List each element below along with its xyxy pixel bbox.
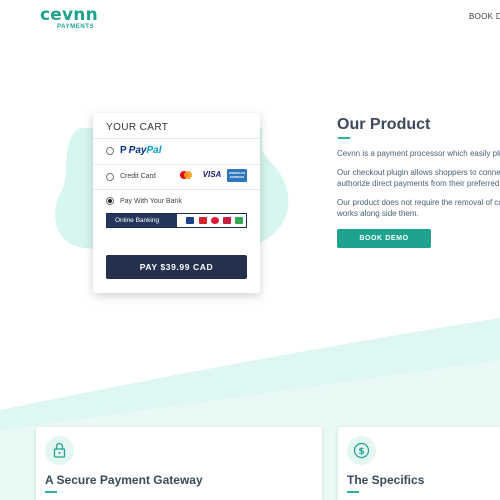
bank-logo-2-icon	[199, 217, 207, 224]
pay-button[interactable]: PAY $39.99 CAD	[106, 255, 247, 279]
paypal-mark-icon: P	[120, 145, 127, 156]
online-banking-bar[interactable]: Online Banking	[106, 213, 247, 228]
paypal-radio[interactable]	[106, 147, 114, 155]
bank-logo-3-icon	[211, 217, 219, 224]
bank-logo-5-icon	[235, 217, 243, 224]
product-paragraph-2: Our checkout plugin allows shoppers to c…	[337, 168, 500, 188]
amex-icon: AMERICAN EXPRESS	[227, 169, 247, 182]
feature-card-specifics: $ The Specifics	[338, 427, 500, 500]
product-paragraph-3: Our product does not require the removal…	[337, 198, 500, 218]
feature-icon-circle: $	[347, 436, 376, 465]
cart-title: YOUR CART	[106, 122, 169, 133]
mastercard-icon	[180, 171, 192, 179]
nav-book-demo-link[interactable]: BOOK DE	[469, 12, 500, 21]
credit-card-radio[interactable]	[106, 173, 114, 181]
book-demo-button[interactable]: BOOK DEMO	[337, 229, 431, 248]
paypal-logo: P PayPal	[120, 145, 162, 156]
cart-card: YOUR CART P PayPal Credit Card VISA AMERI…	[93, 113, 260, 293]
feature-accent-line	[347, 491, 359, 493]
product-paragraph-1: Cevnn is a payment processor which easil…	[337, 149, 500, 158]
feature-title: A Secure Payment Gateway	[45, 473, 203, 487]
cart-divider	[93, 164, 260, 165]
credit-card-label: Credit Card	[120, 173, 156, 180]
title-accent-line	[338, 137, 350, 139]
svg-text:$: $	[358, 447, 364, 457]
bank-logo-4-icon	[223, 217, 231, 224]
bank-option-label: Pay With Your Bank	[120, 198, 182, 205]
cart-divider	[93, 189, 260, 190]
feature-title: The Specifics	[347, 473, 425, 487]
bank-radio[interactable]	[106, 197, 114, 205]
online-banking-label: Online Banking	[107, 214, 177, 227]
feature-card-secure-gateway: A Secure Payment Gateway	[36, 427, 322, 500]
logo-wordmark: cevnn	[40, 5, 98, 25]
product-title: Our Product	[337, 116, 431, 133]
lock-icon	[53, 442, 66, 458]
cart-divider	[93, 138, 260, 139]
cevnn-logo[interactable]: cevnn PAYMENTS	[40, 7, 98, 31]
bank-logo-1-icon	[186, 217, 194, 224]
feature-icon-circle	[45, 436, 74, 465]
feature-accent-line	[45, 491, 57, 493]
visa-icon: VISA	[202, 170, 222, 179]
logo-subtitle: PAYMENTS	[57, 24, 95, 30]
dollar-icon: $	[353, 442, 370, 459]
